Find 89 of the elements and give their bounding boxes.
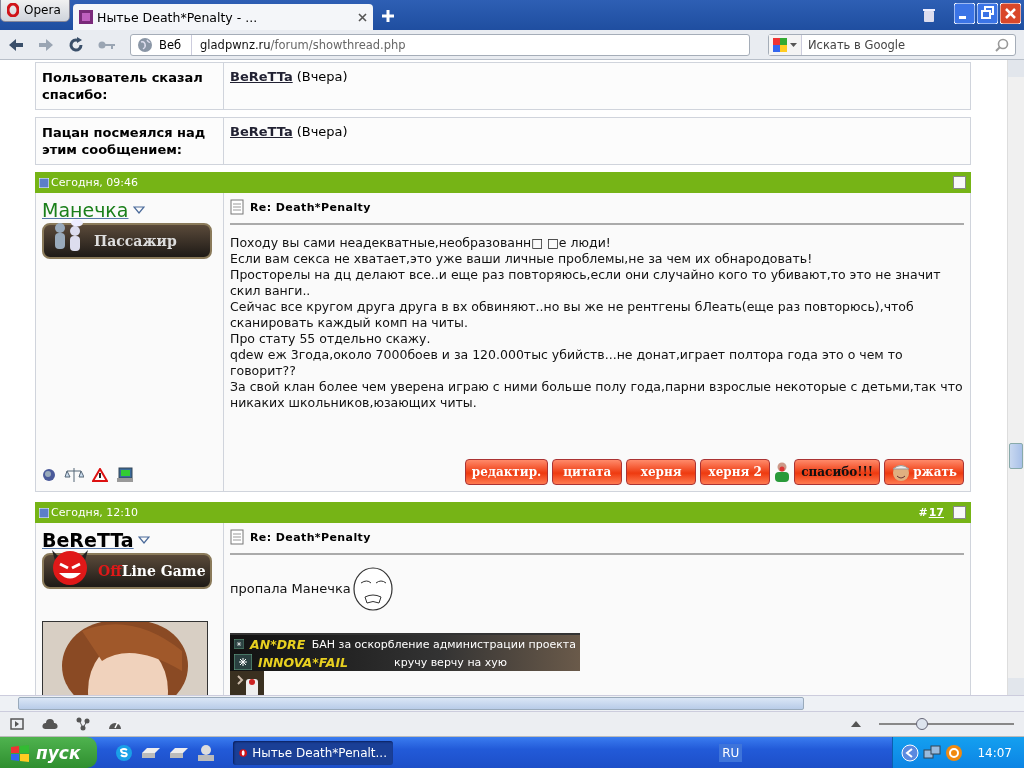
post-date: Сегодня, 09:46 bbox=[51, 176, 139, 189]
address-label: Веб bbox=[159, 34, 193, 55]
computer-icon[interactable] bbox=[116, 467, 134, 483]
up-arrow-icon[interactable] bbox=[851, 721, 861, 727]
signature-text: кручу верчу на хую bbox=[394, 655, 508, 669]
trash-icon[interactable] bbox=[921, 7, 937, 23]
close-icon[interactable] bbox=[358, 12, 367, 22]
message-text: пропала Манечка bbox=[230, 581, 351, 597]
post-action-button[interactable]: ржать bbox=[884, 459, 964, 485]
google-icon bbox=[773, 37, 787, 52]
caret-icon bbox=[790, 42, 797, 47]
disc-drive-icon[interactable] bbox=[197, 743, 215, 762]
document-icon bbox=[230, 199, 244, 215]
message-text: Просторелы на дц делают все..и еще раз повторяюсь,если они случайно кого то убивают,то это не значит скил ванги.. bbox=[230, 267, 942, 299]
globe-icon bbox=[137, 36, 153, 53]
post-title: Re: Death*Penalty bbox=[250, 530, 371, 544]
hash-sign: # bbox=[918, 506, 928, 519]
minimize-icon[interactable] bbox=[954, 3, 975, 24]
drive-icon[interactable] bbox=[169, 745, 189, 760]
clan-nick: AN*DRE bbox=[250, 636, 306, 652]
share-icon[interactable] bbox=[76, 717, 90, 731]
horizontal-scrollbar[interactable] bbox=[0, 695, 1024, 712]
panel-icon[interactable] bbox=[10, 718, 24, 730]
cloud-icon[interactable] bbox=[42, 719, 58, 729]
post-checkbox[interactable] bbox=[953, 506, 966, 519]
post-number-link[interactable]: 17 bbox=[928, 506, 944, 519]
message-text: Сейчас все кругом друга друга в вх обвиняют..но вы же не рентгены бЛеать(еще раз повторюсь),чтоб сканировать каждый комп на читы. bbox=[230, 299, 915, 331]
message-text: Про стату 55 отдельно скажу. bbox=[230, 331, 431, 347]
maximize-icon[interactable] bbox=[977, 3, 998, 24]
post-action-button[interactable]: херня bbox=[626, 459, 697, 485]
signature-text: БАН за оскорбление администрации проекта bbox=[311, 637, 576, 651]
thanks-label: Пацан посмеялся над этим сообщением: bbox=[36, 118, 224, 164]
message-text: qdew еж 3года,около 7000боев и за 120.000тыс убийств...не донат,играет полтора года это о чем то говорит?? bbox=[230, 347, 904, 379]
ring-icon[interactable] bbox=[945, 743, 964, 762]
post-checkbox[interactable] bbox=[953, 176, 966, 189]
opera-logo-icon bbox=[7, 3, 19, 17]
windows-logo-icon bbox=[10, 743, 30, 762]
language-indicator[interactable]: RU bbox=[719, 743, 743, 762]
username-link[interactable]: BeReTTa bbox=[42, 529, 134, 551]
dropdown-icon[interactable] bbox=[137, 536, 150, 544]
warning-icon[interactable] bbox=[92, 468, 108, 482]
username-link[interactable]: Манечка bbox=[42, 199, 129, 221]
post-title: Re: Death*Penalty bbox=[250, 200, 371, 214]
clock: 14:07 bbox=[977, 745, 1012, 760]
user-link[interactable]: BeReTTa bbox=[230, 124, 293, 139]
document-icon bbox=[230, 529, 244, 545]
status-dot-icon[interactable] bbox=[42, 468, 56, 482]
post-action-button[interactable]: цитата bbox=[552, 459, 623, 485]
thanks-time: (Вчера) bbox=[296, 69, 348, 84]
url-text: gladpwnz.ru/forum/showthread.php bbox=[199, 37, 406, 52]
search-engine-button[interactable] bbox=[769, 34, 802, 55]
reload-icon[interactable] bbox=[68, 36, 84, 53]
scales-icon[interactable] bbox=[64, 467, 84, 483]
rank-banner: OffLine Game bbox=[42, 553, 212, 589]
tab-title: Нытье Death*Penalty - ... bbox=[97, 9, 259, 25]
post-icon bbox=[39, 177, 49, 188]
network-icon[interactable] bbox=[923, 744, 942, 761]
thanks-label: Пользователь сказал спасибо: bbox=[36, 63, 224, 109]
user-link[interactable]: BeReTTa bbox=[230, 69, 293, 84]
clan-nick: INNOVA*FAIL bbox=[258, 654, 349, 670]
back-icon[interactable] bbox=[8, 37, 24, 52]
post-action-button[interactable]: редактир. bbox=[464, 459, 549, 485]
post-action-button[interactable]: херня 2 bbox=[700, 459, 771, 485]
person-icon bbox=[774, 462, 791, 482]
post-action-button[interactable]: спасибо!!! bbox=[794, 459, 881, 485]
search-box[interactable]: Искать в Google bbox=[768, 33, 1016, 56]
start-button[interactable]: пуск bbox=[0, 737, 97, 768]
laughing-figure-icon bbox=[891, 462, 912, 482]
message-text: Если вам секса не хватает,это уже ваши личные проблемы,не за чем их обнародовать! bbox=[230, 251, 813, 267]
taskbar-button[interactable]: Нытье Death*Penalt... bbox=[233, 740, 393, 765]
message-text: Походу вы сами неадекватные,необразованн□ □е люди! bbox=[230, 235, 611, 251]
browser-tab[interactable]: Нытье Death*Penalty - ... bbox=[73, 4, 373, 30]
vertical-scrollbar[interactable] bbox=[1007, 60, 1024, 695]
site-icon bbox=[79, 10, 93, 24]
zoom-slider-thumb[interactable] bbox=[916, 718, 929, 730]
dropdown-icon[interactable] bbox=[132, 206, 145, 214]
post-date: Сегодня, 12:10 bbox=[51, 506, 139, 519]
thanks-time: (Вчера) bbox=[296, 124, 348, 139]
sketch-face-drawing bbox=[350, 567, 395, 611]
plus-icon[interactable] bbox=[381, 9, 395, 23]
post-icon bbox=[39, 507, 49, 518]
drive-icon[interactable] bbox=[141, 745, 161, 760]
address-field[interactable]: Веб gladpwnz.ru/forum/showthread.php bbox=[130, 33, 750, 56]
star-badge-icon bbox=[234, 654, 252, 670]
message-text: За свой клан более чем уверена играю с ними больше полу года,парни взрослые некоторые с детьми,так что никаких школьников,юзающих читы. bbox=[230, 379, 964, 411]
skype-icon[interactable] bbox=[115, 743, 133, 762]
menu-button[interactable]: Opera bbox=[0, 0, 70, 22]
star-badge-icon bbox=[234, 636, 244, 652]
search-icon[interactable] bbox=[995, 37, 1009, 52]
